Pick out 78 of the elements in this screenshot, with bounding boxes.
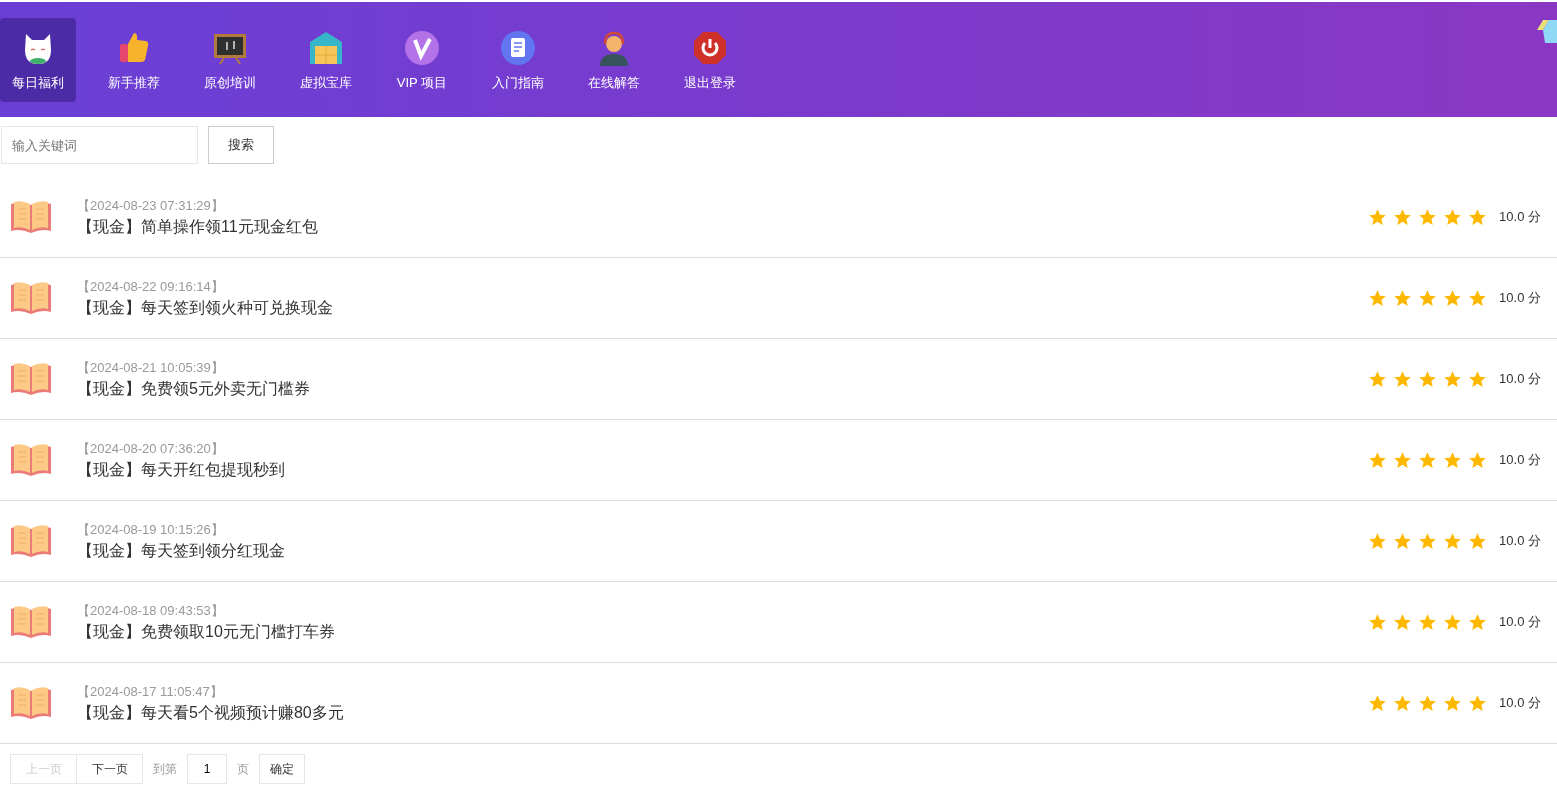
- post-title[interactable]: 【现金】每天签到领火种可兑换现金: [77, 297, 1369, 319]
- star-icon: [1468, 207, 1488, 227]
- book-icon: [10, 443, 52, 477]
- star-icon: [1368, 207, 1388, 227]
- search-field[interactable]: 输入关键词: [1, 126, 198, 164]
- star-icon: [1368, 288, 1388, 308]
- star-icon: [1418, 450, 1438, 470]
- star-icon: [1443, 693, 1463, 713]
- star-icon: [1393, 531, 1413, 551]
- star-icon: [1393, 693, 1413, 713]
- star-icon: [1368, 369, 1388, 389]
- star-icon: [1393, 450, 1413, 470]
- star-icon: [1393, 612, 1413, 632]
- nav-item[interactable]: 退出登录: [672, 17, 748, 102]
- score: 10.0 分: [1499, 208, 1541, 226]
- star-icon: [1468, 612, 1488, 632]
- star-icon: [1418, 531, 1438, 551]
- page-unit: 页: [237, 760, 249, 778]
- book-icon: [10, 524, 52, 558]
- star-icon: [1443, 612, 1463, 632]
- book-icon: [10, 686, 52, 720]
- nav-item[interactable]: VIP 项目: [384, 17, 460, 102]
- page-field[interactable]: 1: [187, 754, 227, 784]
- star-icon: [1418, 369, 1438, 389]
- star-icon: [1443, 450, 1463, 470]
- star-icon: [1393, 288, 1413, 308]
- star-icon: [1468, 288, 1488, 308]
- star-icon: [1393, 369, 1413, 389]
- nav-item[interactable]: 新手推荐: [96, 17, 172, 102]
- star-icon: [1468, 369, 1488, 389]
- goto-label: 到第: [153, 760, 177, 778]
- nav-item[interactable]: 原创培训: [192, 17, 268, 102]
- star-icon: [1393, 207, 1413, 227]
- star-icon: [1443, 531, 1463, 551]
- post-date: 【2024-08-17 11:05:47】: [77, 682, 224, 701]
- star-icon: [1468, 693, 1488, 713]
- star-icon: [1368, 693, 1388, 713]
- post-title[interactable]: 【现金】每天开红包提现秒到: [77, 459, 1369, 481]
- star-icon: [1443, 207, 1463, 227]
- star-icon: [1418, 612, 1438, 632]
- star-icon: [1418, 693, 1438, 713]
- score: 10.0 分: [1499, 694, 1541, 712]
- star-icon: [1443, 288, 1463, 308]
- post-date: 【2024-08-18 09:43:53】: [77, 601, 225, 620]
- book-icon: [10, 605, 52, 639]
- post-title[interactable]: 【现金】每天签到领分红现金: [77, 540, 1369, 562]
- star-icon: [1368, 612, 1388, 632]
- post-title[interactable]: 【现金】免费领5元外卖无门槛券: [77, 378, 1369, 400]
- nav-item[interactable]: 在线解答: [576, 17, 652, 102]
- post-date: 【2024-08-23 07:31:29】: [77, 196, 225, 215]
- book-icon: [10, 281, 52, 315]
- post-date: 【2024-08-20 07:36:20】: [77, 439, 225, 458]
- next-page-button[interactable]: 下一页: [76, 754, 143, 784]
- star-icon: [1443, 369, 1463, 389]
- search-button[interactable]: 搜索: [208, 126, 274, 164]
- post-title[interactable]: 【现金】每天看5个视频预计赚80多元: [77, 702, 1369, 724]
- post-title[interactable]: 【现金】免费领取10元无门槛打车券: [77, 621, 1369, 643]
- star-icon: [1468, 450, 1488, 470]
- star-icon: [1468, 531, 1488, 551]
- star-icon: [1418, 207, 1438, 227]
- star-icon: [1418, 288, 1438, 308]
- post-title[interactable]: 【现金】简单操作领11元现金红包: [77, 216, 1369, 238]
- nav-item[interactable]: 每日福利: [0, 17, 76, 102]
- book-icon: [10, 200, 52, 234]
- post-date: 【2024-08-21 10:05:39】: [77, 358, 225, 377]
- book-icon: [10, 362, 52, 396]
- score: 10.0 分: [1499, 613, 1541, 631]
- post-date: 【2024-08-19 10:15:26】: [77, 520, 225, 539]
- score: 10.0 分: [1499, 451, 1541, 469]
- nav-item[interactable]: 入门指南: [480, 17, 556, 102]
- star-icon: [1368, 450, 1388, 470]
- nav-item[interactable]: 虚拟宝库: [288, 17, 364, 102]
- confirm-button[interactable]: 确定: [259, 754, 305, 784]
- star-icon: [1368, 531, 1388, 551]
- score: 10.0 分: [1499, 532, 1541, 550]
- score: 10.0 分: [1499, 370, 1541, 388]
- score: 10.0 分: [1499, 289, 1541, 307]
- post-date: 【2024-08-22 09:16:14】: [77, 277, 225, 296]
